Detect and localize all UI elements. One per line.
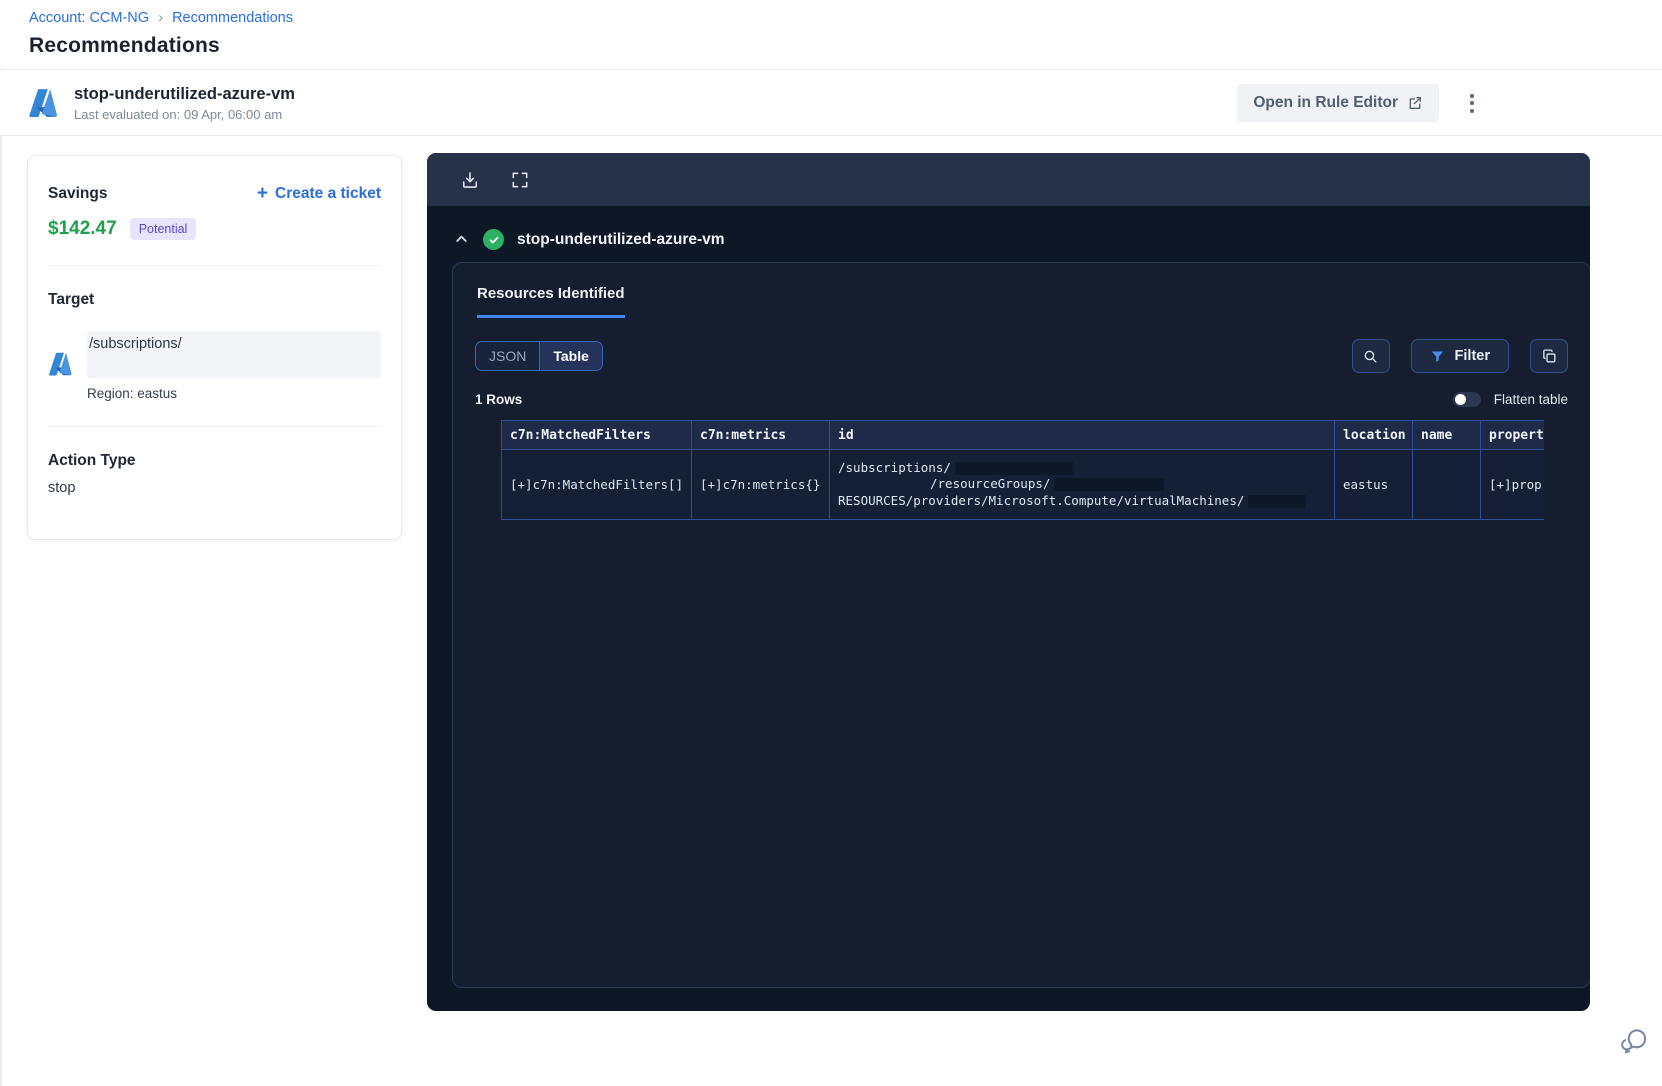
column-header-matched-filters[interactable]: c7n:MatchedFilters [501, 420, 692, 450]
cell-location: eastus [1334, 449, 1413, 520]
flatten-table-toggle[interactable] [1452, 392, 1481, 407]
resources-table-viewport[interactable]: c7n:MatchedFilters c7n:metrics id locati… [501, 420, 1544, 520]
column-header-properties[interactable]: propert [1480, 420, 1544, 450]
action-type-value: stop [48, 480, 76, 496]
redacted-subscription-id [954, 461, 1073, 475]
rule-header-titles: stop-underutilized-azure-vm Last evaluat… [74, 85, 295, 122]
panel-rule-title: stop-underutilized-azure-vm [517, 230, 725, 248]
breadcrumb-separator-icon: › [158, 9, 164, 26]
rule-title: stop-underutilized-azure-vm [74, 84, 295, 103]
azure-logo-icon [29, 89, 58, 118]
cell-matched-filters[interactable]: [+]c7n:MatchedFilters[] [501, 449, 692, 520]
redacted-vm-name [1248, 494, 1307, 508]
filter-funnel-icon [1431, 351, 1443, 362]
filter-label: Filter [1454, 348, 1490, 364]
search-icon [1364, 350, 1377, 362]
cell-id: /subscriptions/ /resourceGroups/ RESOURC… [829, 449, 1335, 520]
more-options-button[interactable] [1459, 88, 1485, 118]
panel-rule-row: stop-underutilized-azure-vm [427, 229, 1590, 250]
page-title: Recommendations [29, 34, 220, 57]
create-ticket-button[interactable]: + Create a ticket [257, 184, 381, 203]
success-check-icon [483, 229, 504, 250]
cell-metrics[interactable]: [+]c7n:metrics{} [691, 449, 830, 520]
copy-button[interactable] [1530, 339, 1568, 373]
rows-summary-row: 1 Rows Flatten table [475, 392, 1568, 407]
resources-panel: stop-underutilized-azure-vm Resources Id… [427, 153, 1590, 1011]
table-row: [+]c7n:MatchedFilters[] [+]c7n:metrics{}… [501, 449, 1544, 520]
column-header-name[interactable]: name [1412, 420, 1481, 450]
savings-potential-badge: Potential [129, 218, 197, 240]
breadcrumb-recommendations-link[interactable]: Recommendations [172, 10, 293, 26]
azure-target-icon [48, 351, 74, 377]
rows-count: 1 Rows [475, 392, 523, 407]
create-ticket-label: Create a ticket [275, 184, 381, 202]
rule-header-actions: Open in Rule Editor [1237, 71, 1485, 135]
cell-properties[interactable]: [+]prop [1480, 449, 1544, 520]
table-header-row: c7n:MatchedFilters c7n:metrics id locati… [501, 420, 1544, 450]
external-link-icon [1409, 97, 1421, 109]
table-controls-row: JSON Table Filter [475, 339, 1568, 373]
resources-table: c7n:MatchedFilters c7n:metrics id locati… [501, 420, 1544, 520]
rule-header: stop-underutilized-azure-vm Last evaluat… [0, 71, 1662, 136]
column-header-metrics[interactable]: c7n:metrics [691, 420, 830, 450]
recommendation-details-card: Savings + Create a ticket $142.47 Potent… [27, 155, 402, 540]
flatten-table-group: Flatten table [1452, 392, 1568, 407]
breadcrumb: Account: CCM-NG › Recommendations [29, 9, 1662, 26]
view-toggle-json[interactable]: JSON [476, 342, 540, 370]
filter-button[interactable]: Filter [1410, 339, 1509, 373]
savings-amount: $142.47 [48, 218, 117, 239]
support-chat-icon[interactable] [1620, 1026, 1650, 1056]
panel-toolbar [427, 153, 1590, 206]
breadcrumb-account-link[interactable]: Account: CCM-NG [29, 10, 149, 26]
resources-identified-section: Resources Identified JSON Table Filter 1… [452, 262, 1590, 988]
open-in-rule-editor-label: Open in Rule Editor [1253, 94, 1398, 111]
tab-resources-identified[interactable]: Resources Identified [477, 285, 625, 318]
column-header-id[interactable]: id [829, 420, 1335, 450]
action-type-label: Action Type [48, 452, 136, 469]
target-label: Target [48, 291, 95, 308]
rule-last-evaluated: Last evaluated on: 09 Apr, 06:00 am [74, 106, 283, 122]
open-in-rule-editor-button[interactable]: Open in Rule Editor [1237, 84, 1439, 122]
card-divider [48, 426, 381, 427]
copy-icon [1542, 348, 1555, 362]
target-row: /subscriptions/ Region: eastus [48, 331, 381, 401]
view-toggle-table[interactable]: Table [539, 342, 602, 370]
column-header-location[interactable]: location [1334, 420, 1413, 450]
flatten-table-label: Flatten table [1493, 392, 1568, 407]
target-path: /subscriptions/ [87, 331, 381, 378]
fullscreen-icon[interactable] [510, 170, 530, 190]
cell-name [1412, 449, 1481, 520]
redacted-resource-group [1054, 478, 1165, 492]
target-region: Region: eastus [87, 386, 178, 401]
page-left-edge [0, 0, 2, 1086]
top-bar: Account: CCM-NG › Recommendations Recomm… [0, 0, 1662, 70]
download-icon[interactable] [460, 170, 480, 190]
savings-label: Savings [48, 184, 108, 202]
view-toggle: JSON Table [475, 341, 603, 371]
card-divider [48, 265, 381, 266]
plus-icon: + [256, 183, 269, 204]
table-actions: Filter [1351, 339, 1568, 373]
collapse-chevron-up-icon[interactable] [452, 231, 470, 249]
search-button[interactable] [1351, 339, 1390, 373]
